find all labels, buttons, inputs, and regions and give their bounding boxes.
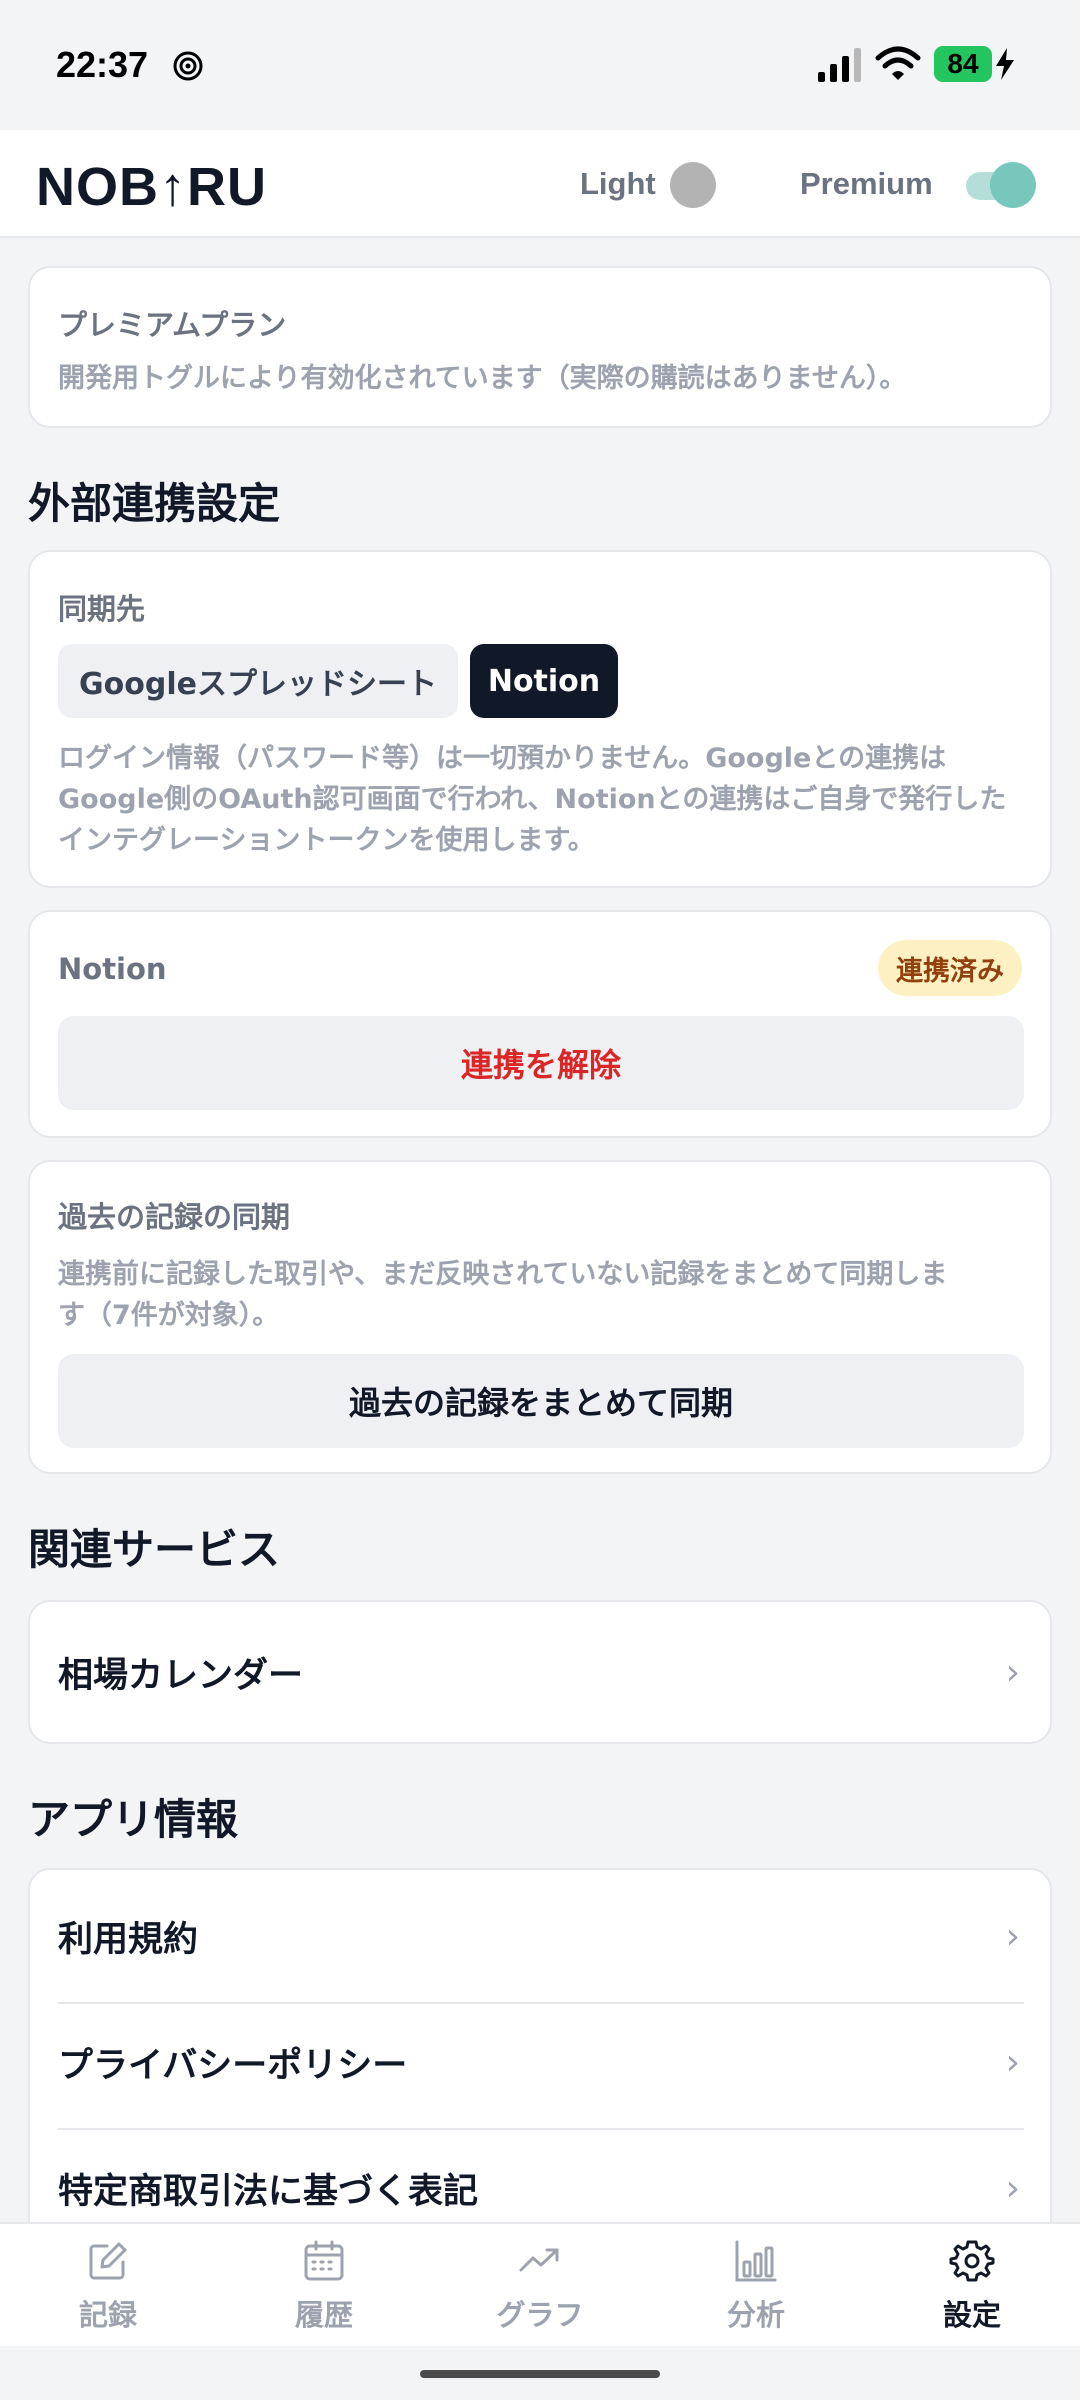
nav-history-label: 履歴 xyxy=(294,2298,353,2332)
premium-toggle-knob xyxy=(990,162,1036,208)
premium-plan-description: 開発用トグルにより有効化されています（実際の購読はありません）。 xyxy=(58,363,907,394)
past-sync-desc-line-1: 連携前に記録した取引や、まだ反映されていない記録をまとめて同期しま xyxy=(58,1259,948,1290)
nav-record[interactable]: 記録 xyxy=(48,2238,168,2338)
focus-icon xyxy=(173,51,203,81)
charging-bolt-icon xyxy=(996,48,1014,80)
sync-target-card: 同期先 Googleスプレッドシート Notion ログイン情報（パスワード等）… xyxy=(28,550,1052,888)
trend-icon xyxy=(519,2248,559,2272)
integration-section-title: 外部連携設定 xyxy=(28,479,281,528)
light-toggle-knob xyxy=(670,162,716,208)
privacy-policy-label: プライバシーポリシー xyxy=(58,2045,408,2086)
market-calendar-row[interactable]: 相場カレンダー › xyxy=(58,1610,1024,1734)
nav-settings[interactable]: 設定 xyxy=(912,2238,1032,2338)
edit-icon xyxy=(89,2242,127,2280)
chevron-right-icon: › xyxy=(1005,1651,1020,1693)
connected-badge: 連携済み xyxy=(878,940,1022,996)
premium-plan-card: プレミアムプラン 開発用トグルにより有効化されています（実際の購読はありません）… xyxy=(28,266,1052,428)
google-sheets-option[interactable]: Googleスプレッドシート xyxy=(58,644,458,718)
integration-note-line-2: Google側のOAuth認可画面で行われ、Notionとの連携はご自身で発行し… xyxy=(58,784,1007,815)
disconnect-button[interactable]: 連携を解除 xyxy=(58,1016,1024,1110)
app-info-section-title: アプリ情報 xyxy=(28,1795,239,1844)
terms-row[interactable]: 利用規約 › xyxy=(58,1874,1024,1998)
app-info-card: 利用規約 › プライバシーポリシー › 特定商取引法に基づく表記 › xyxy=(28,1868,1052,2268)
bottom-nav: 記録 履歴 グラフ 分析 設定 xyxy=(0,2222,1080,2346)
nav-record-label: 記録 xyxy=(78,2298,137,2332)
home-indicator[interactable] xyxy=(420,2370,660,2378)
privacy-policy-row[interactable]: プライバシーポリシー › xyxy=(58,2000,1024,2124)
bar-chart-icon xyxy=(735,2240,777,2282)
light-label: Light xyxy=(580,166,656,201)
related-section-title: 関連サービス xyxy=(28,1525,281,1574)
notion-card: Notion 連携済み 連携を解除 xyxy=(28,910,1052,1138)
wifi-icon xyxy=(875,46,921,80)
chevron-right-icon: › xyxy=(1005,2167,1020,2209)
battery-icon: 84 xyxy=(934,46,992,82)
past-sync-card: 過去の記録の同期 連携前に記録した取引や、まだ反映されていない記録をまとめて同期… xyxy=(28,1160,1052,1474)
chevron-right-icon: › xyxy=(1005,2041,1020,2083)
premium-plan-title: プレミアムプラン xyxy=(58,308,287,342)
nav-analysis[interactable]: 分析 xyxy=(696,2238,816,2338)
chevron-right-icon: › xyxy=(1005,1915,1020,1957)
gear-icon xyxy=(949,2240,995,2282)
nav-history[interactable]: 履歴 xyxy=(264,2238,384,2338)
light-toggle[interactable] xyxy=(668,160,720,212)
sync-target-label: 同期先 xyxy=(58,592,146,626)
status-time: 22:37 xyxy=(56,44,149,85)
app-header: NOB↑RU Light Premium xyxy=(0,130,1080,238)
integration-note-line-1: ログイン情報（パスワード等）は一切預かりません。Googleとの連携は xyxy=(58,743,947,774)
notion-card-title: Notion xyxy=(58,952,167,986)
nav-graph-label: グラフ xyxy=(496,2298,584,2332)
calendar-icon xyxy=(304,2240,344,2281)
premium-label: Premium xyxy=(800,166,933,201)
commerce-law-label: 特定商取引法に基づく表記 xyxy=(58,2171,479,2212)
related-services-card: 相場カレンダー › xyxy=(28,1600,1052,1744)
app-logo: NOB↑RU xyxy=(36,157,267,217)
nav-graph[interactable]: グラフ xyxy=(480,2238,600,2338)
market-calendar-label: 相場カレンダー xyxy=(58,1655,304,1696)
integration-note-line-3: インテグレーショントークンを使用します。 xyxy=(58,825,595,856)
past-sync-desc-line-2: す（7件が対象）。 xyxy=(58,1300,280,1331)
sync-past-records-button[interactable]: 過去の記録をまとめて同期 xyxy=(58,1354,1024,1448)
terms-label: 利用規約 xyxy=(58,1919,199,1960)
nav-settings-label: 設定 xyxy=(942,2298,1001,2332)
notion-option[interactable]: Notion xyxy=(470,644,618,718)
premium-toggle[interactable] xyxy=(966,162,1038,208)
status-bar: 22:37 84 xyxy=(0,0,1080,130)
signal-icon xyxy=(818,48,861,82)
nav-analysis-label: 分析 xyxy=(726,2298,785,2332)
past-sync-title: 過去の記録の同期 xyxy=(58,1200,291,1234)
